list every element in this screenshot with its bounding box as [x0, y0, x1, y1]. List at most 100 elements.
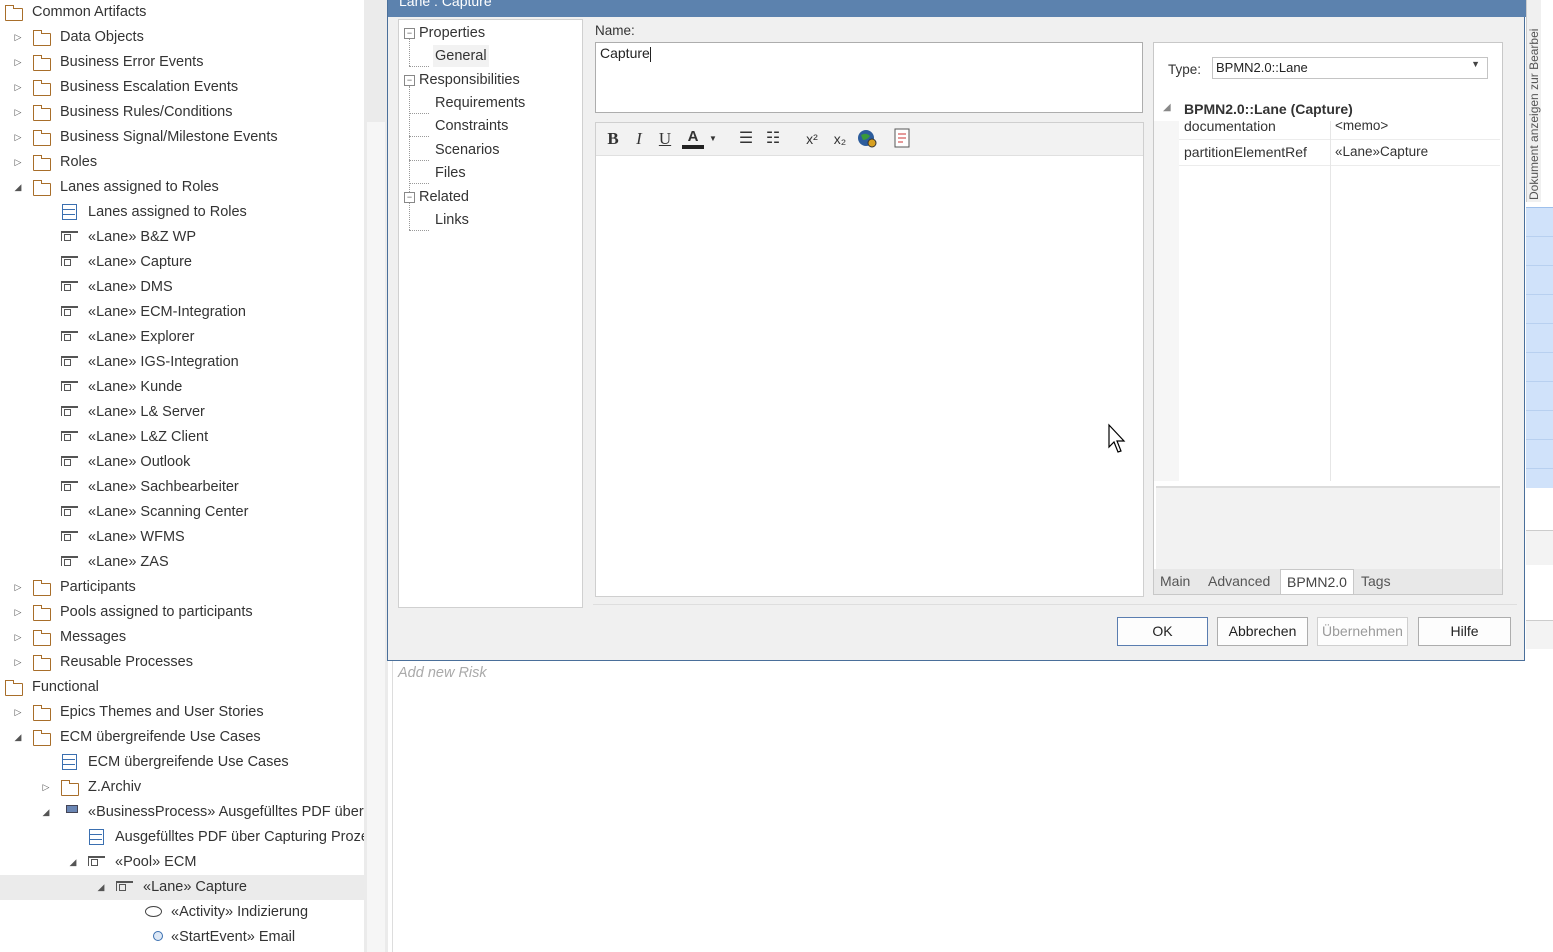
- name-field[interactable]: Capture: [595, 42, 1143, 113]
- tree-item[interactable]: «Lane» Explorer: [0, 325, 364, 350]
- tree-item[interactable]: «Lane» Scanning Center: [0, 500, 364, 525]
- expand-icon[interactable]: ▷: [12, 100, 24, 125]
- color-dropdown-icon[interactable]: ▼: [708, 128, 718, 150]
- expand-icon[interactable]: ▷: [12, 650, 24, 675]
- nav-general[interactable]: General: [433, 45, 489, 67]
- collapse-icon[interactable]: −: [404, 192, 415, 203]
- ok-button[interactable]: OK: [1117, 617, 1208, 646]
- tree-item[interactable]: ▷ Business Error Events: [0, 50, 364, 75]
- highlight-color-button[interactable]: A: [682, 128, 704, 149]
- tree-item[interactable]: «Lane» ECM-Integration: [0, 300, 364, 325]
- tree-item-label: «Lane» Scanning Center: [88, 504, 249, 520]
- grid-value[interactable]: «Lane»Capture: [1335, 144, 1428, 159]
- tab-main[interactable]: Main: [1154, 569, 1196, 593]
- tree-item-label: «Lane» WFMS: [88, 529, 185, 545]
- bullet-list-button[interactable]: ☰: [736, 128, 756, 150]
- tree-item[interactable]: ◢ Lanes assigned to Roles: [0, 175, 364, 200]
- tree-item[interactable]: ◢ ECM übergreifende Use Cases: [0, 725, 364, 750]
- expand-icon[interactable]: ▷: [12, 125, 24, 150]
- tree-item[interactable]: ▷ Pools assigned to participants: [0, 600, 364, 625]
- cancel-button[interactable]: Abbrechen: [1217, 617, 1308, 646]
- tree-item[interactable]: ▷ Business Signal/Milestone Events: [0, 125, 364, 150]
- expand-triangle-icon[interactable]: ◢: [1163, 102, 1171, 113]
- nav-related[interactable]: Related: [419, 186, 469, 208]
- browser-scrollbar[interactable]: [367, 122, 385, 952]
- tree-item[interactable]: «Lane» Outlook: [0, 450, 364, 475]
- tree-item[interactable]: «Lane» B&Z WP: [0, 225, 364, 250]
- type-dropdown[interactable]: BPMN2.0::Lane ▼: [1212, 57, 1488, 79]
- tree-item[interactable]: «Lane» Sachbearbeiter: [0, 475, 364, 500]
- tree-item[interactable]: ▷ Roles: [0, 150, 364, 175]
- tree-item[interactable]: ▷ Participants: [0, 575, 364, 600]
- nav-scenarios[interactable]: Scenarios: [435, 139, 499, 161]
- tree-item[interactable]: ▷ Reusable Processes: [0, 650, 364, 675]
- nav-properties[interactable]: Properties: [419, 22, 485, 44]
- tree-item[interactable]: «StartEvent» Email: [0, 925, 364, 950]
- tree-item[interactable]: ECM übergreifende Use Cases: [0, 750, 364, 775]
- underline-button[interactable]: U: [656, 128, 674, 150]
- nav-files[interactable]: Files: [435, 162, 466, 184]
- expand-icon[interactable]: ▷: [40, 775, 52, 800]
- expand-icon[interactable]: ▷: [12, 150, 24, 175]
- tab-tags[interactable]: Tags: [1355, 569, 1397, 593]
- tree-item[interactable]: Common Artifacts: [0, 0, 364, 25]
- tree-item[interactable]: «Lane» L&Z Client: [0, 425, 364, 450]
- add-risk-placeholder[interactable]: Add new Risk: [398, 665, 487, 681]
- tree-item[interactable]: «Lane» Kunde: [0, 375, 364, 400]
- notes-editor[interactable]: B I U A ▼ ☰ ☷ x² x₂: [595, 122, 1144, 597]
- nav-constraints[interactable]: Constraints: [435, 115, 508, 137]
- expand-icon[interactable]: ▷: [12, 625, 24, 650]
- bold-button[interactable]: B: [604, 128, 622, 150]
- tree-item[interactable]: «Activity» Indizierung: [0, 900, 364, 925]
- tree-item[interactable]: ▷ Business Rules/Conditions: [0, 100, 364, 125]
- grid-row-documentation[interactable]: documentation <memo>: [1179, 114, 1500, 140]
- tree-item[interactable]: «Lane» IGS-Integration: [0, 350, 364, 375]
- collapse-icon[interactable]: −: [404, 28, 415, 39]
- tab-advanced[interactable]: Advanced: [1202, 569, 1276, 593]
- collapse-icon[interactable]: ◢: [95, 875, 107, 900]
- superscript-button[interactable]: x²: [801, 128, 823, 150]
- collapse-icon[interactable]: ◢: [40, 800, 52, 825]
- dialog-title-bar[interactable]: Lane : Capture: [388, 0, 1526, 17]
- tree-item[interactable]: «Lane» DMS: [0, 275, 364, 300]
- expand-icon[interactable]: ▷: [12, 75, 24, 100]
- tree-item[interactable]: ◢ «BusinessProcess» Ausgefülltes PDF über…: [0, 800, 364, 825]
- apply-button[interactable]: Übernehmen: [1317, 617, 1408, 646]
- tree-item[interactable]: ▷ Z.Archiv: [0, 775, 364, 800]
- expand-icon[interactable]: ▷: [12, 50, 24, 75]
- tree-item[interactable]: ▷ Data Objects: [0, 25, 364, 50]
- project-browser: Common Artifacts ▷ Data Objects ▷ Business E…: [0, 0, 364, 952]
- grid-row-partitionelementref[interactable]: partitionElementRef «Lane»Capture: [1179, 140, 1500, 166]
- tree-item[interactable]: «Lane» ZAS: [0, 550, 364, 575]
- tree-item[interactable]: ◢ «Lane» Capture: [0, 875, 364, 900]
- tree-item[interactable]: «Lane» Capture: [0, 250, 364, 275]
- hyperlink-globe-icon[interactable]: [856, 128, 878, 150]
- tree-item[interactable]: «Lane» WFMS: [0, 525, 364, 550]
- nav-responsibilities[interactable]: Responsibilities: [419, 69, 520, 91]
- expand-icon[interactable]: ▷: [12, 600, 24, 625]
- collapse-icon[interactable]: ◢: [12, 725, 24, 750]
- numbered-list-button[interactable]: ☷: [763, 128, 783, 150]
- expand-icon[interactable]: ▷: [12, 25, 24, 50]
- tree-item[interactable]: ▷ Epics Themes and User Stories: [0, 700, 364, 725]
- subscript-button[interactable]: x₂: [829, 128, 851, 150]
- collapse-icon[interactable]: ◢: [67, 850, 79, 875]
- collapse-icon[interactable]: ◢: [12, 175, 24, 200]
- tree-item[interactable]: ▷ Business Escalation Events: [0, 75, 364, 100]
- help-button[interactable]: Hilfe: [1418, 617, 1511, 646]
- nav-requirements[interactable]: Requirements: [435, 92, 525, 114]
- tree-item[interactable]: Ausgefülltes PDF über Capturing Prozess: [0, 825, 364, 850]
- edit-document-icon[interactable]: [892, 128, 912, 150]
- expand-icon[interactable]: ▷: [12, 700, 24, 725]
- tree-item[interactable]: ▷ Messages: [0, 625, 364, 650]
- grid-value[interactable]: <memo>: [1335, 118, 1388, 133]
- italic-button[interactable]: I: [630, 128, 648, 150]
- tree-item[interactable]: ◢ «Pool» ECM: [0, 850, 364, 875]
- tab-bpmn[interactable]: BPMN2.0: [1280, 569, 1354, 594]
- tree-item[interactable]: Functional: [0, 675, 364, 700]
- collapse-icon[interactable]: −: [404, 75, 415, 86]
- tree-item[interactable]: Lanes assigned to Roles: [0, 200, 364, 225]
- nav-links[interactable]: Links: [435, 209, 469, 231]
- tree-item[interactable]: «Lane» L& Server: [0, 400, 364, 425]
- expand-icon[interactable]: ▷: [12, 575, 24, 600]
